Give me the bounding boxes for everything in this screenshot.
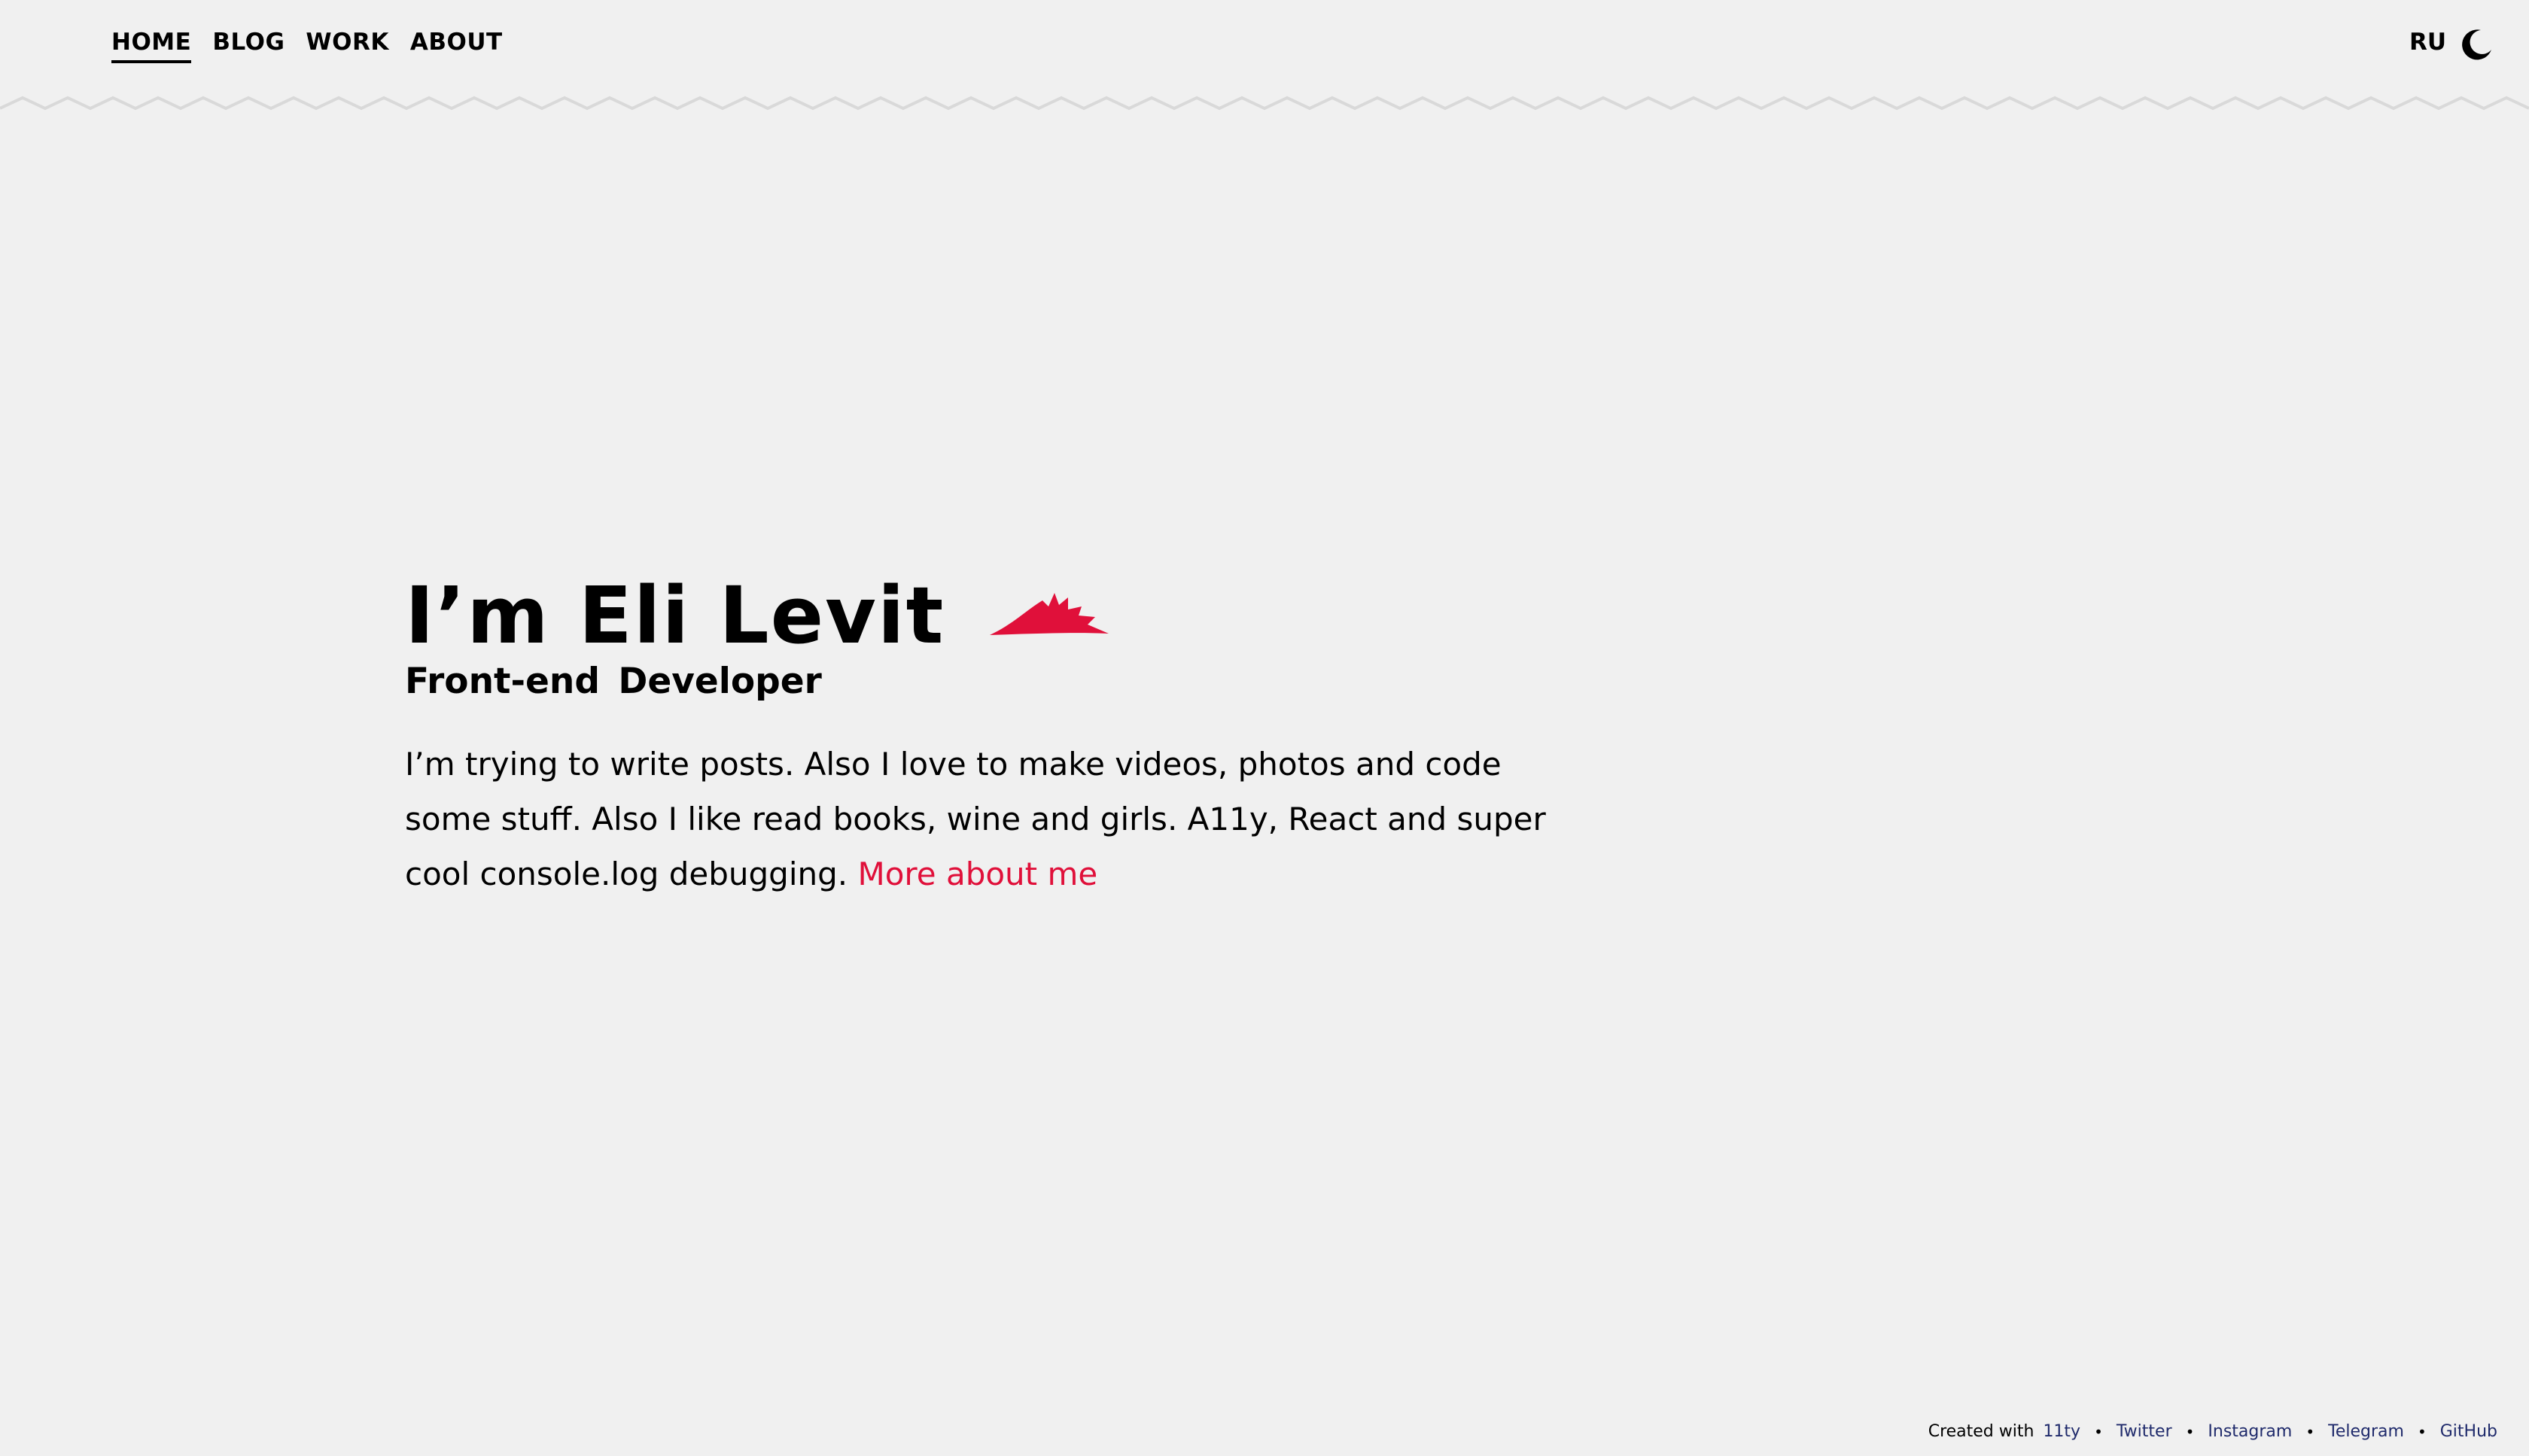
header-zigzag-divider [0,96,2529,111]
footer-link-github[interactable]: GitHub [2440,1422,2497,1441]
main-nav: HOME BLOG WORK ABOUT [111,29,503,63]
nav-item-home[interactable]: HOME [111,29,192,63]
intro-paragraph: I’m trying to write posts. Also I love t… [405,737,1564,901]
footer-separator: • [2417,1422,2427,1441]
page-subtitle: Front-end Developer [405,661,822,702]
nav-item-blog[interactable]: BLOG [212,29,285,63]
hero-section: I’m Eli Levit Front-end Developer I’m tr… [405,566,1579,901]
site-footer: Created with 11ty • Twitter • Instagram … [1928,1422,2497,1441]
hero-title-row: I’m Eli Levit [405,566,1579,655]
footer-separator: • [2305,1422,2315,1441]
nav-item-work[interactable]: WORK [306,29,388,63]
splash-icon [990,593,1109,635]
footer-separator: • [2094,1422,2103,1441]
footer-link-twitter[interactable]: Twitter [2117,1422,2172,1441]
footer-separator: • [2185,1422,2195,1441]
more-about-me-link[interactable]: More about me [857,856,1097,892]
footer-link-telegram[interactable]: Telegram [2328,1422,2404,1441]
page-title: I’m Eli Levit [405,570,945,661]
footer-link-11ty[interactable]: 11ty [2043,1422,2080,1441]
nav-item-about[interactable]: ABOUT [410,29,503,63]
footer-link-instagram[interactable]: Instagram [2208,1422,2292,1441]
moon-icon[interactable] [2458,27,2494,63]
created-with-label: Created with [1928,1422,2034,1441]
site-header: HOME BLOG WORK ABOUT RU [0,0,2529,113]
language-switch[interactable]: RU [2409,29,2446,56]
